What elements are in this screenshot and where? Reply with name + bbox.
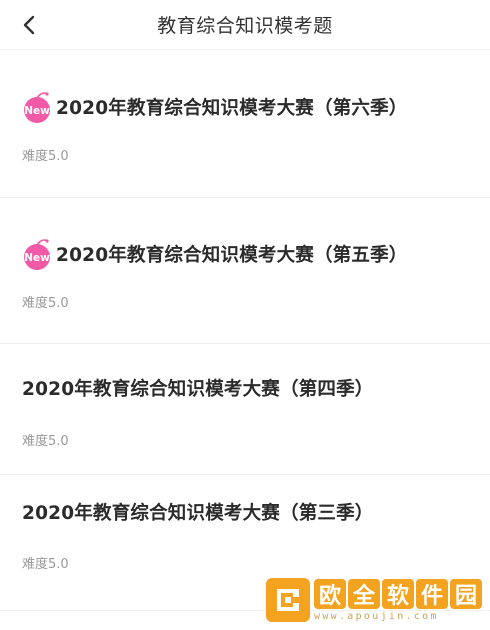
item-difficulty: 难度5.0 [22,434,69,449]
back-button[interactable] [10,5,50,45]
item-title-row: 2020年教育综合知识模考大赛（第四季） [22,375,468,401]
item-title: 2020年教育综合知识模考大赛（第五季） [56,245,408,266]
item-title: 2020年教育综合知识模考大赛（第四季） [22,379,374,400]
item-difficulty: 难度5.0 [22,149,69,164]
item-title-row: New 2020年教育综合知识模考大赛（第六季） [22,91,468,123]
new-badge-icon: New [20,91,54,123]
watermark-url: www.apoujin.com [314,610,439,622]
watermark-char: 软 [382,578,414,609]
new-badge-icon: New [20,238,54,270]
list-item[interactable]: 2020年教育综合知识模考大赛（第四季） 难度5.0 [0,344,490,475]
site-watermark: 欧 全 软 件 园 www.apoujin.com [266,578,482,622]
item-title-row: 2020年教育综合知识模考大赛（第三季） [22,499,468,525]
item-difficulty: 难度5.0 [22,557,69,572]
watermark-name: 欧 全 软 件 园 [314,578,482,609]
watermark-text: 欧 全 软 件 园 www.apoujin.com [314,578,482,622]
item-title: 2020年教育综合知识模考大赛（第三季） [22,503,374,524]
page-title: 教育综合知识模考题 [157,15,333,37]
new-badge-label: New [24,105,50,117]
watermark-char: 欧 [314,578,346,609]
app-header: 教育综合知识模考题 [0,0,490,50]
watermark-char: 件 [416,578,448,609]
new-badge-label: New [24,252,50,264]
watermark-char: 园 [450,578,482,609]
item-title: 2020年教育综合知识模考大赛（第六季） [56,98,408,119]
item-title-row: New 2020年教育综合知识模考大赛（第五季） [22,238,468,270]
item-difficulty: 难度5.0 [22,296,69,311]
watermark-logo-icon [266,578,310,622]
watermark-char: 全 [348,578,380,609]
list-item[interactable]: New 2020年教育综合知识模考大赛（第五季） 难度5.0 [0,198,490,344]
chevron-left-icon [23,15,35,35]
exam-list: New 2020年教育综合知识模考大赛（第六季） 难度5.0 New 2020年… [0,50,490,611]
list-item[interactable]: New 2020年教育综合知识模考大赛（第六季） 难度5.0 [0,50,490,198]
